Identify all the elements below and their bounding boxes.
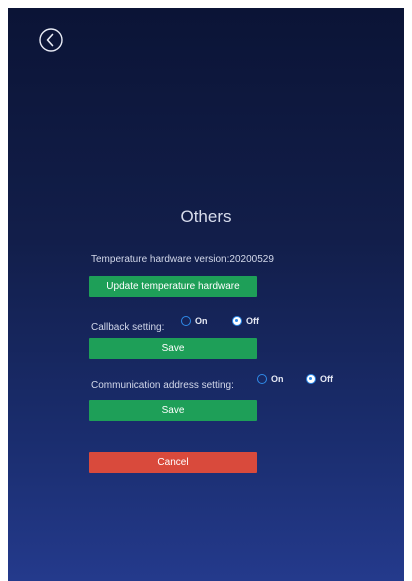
callback-on-label: On [195,316,208,326]
communication-on-radio[interactable]: On [257,374,284,384]
communication-on-label: On [271,374,284,384]
radio-unchecked-icon [257,374,267,384]
app-screen: Others Temperature hardware version:2020… [8,8,404,581]
callback-off-label: Off [246,316,259,326]
callback-save-button[interactable]: Save [89,338,257,359]
communication-address-label: Communication address setting: [91,380,234,391]
cancel-button[interactable]: Cancel [89,452,257,473]
communication-off-radio[interactable]: Off [306,374,333,384]
callback-setting-label: Callback setting: [91,322,165,333]
radio-unchecked-icon [181,316,191,326]
communication-save-button[interactable]: Save [89,400,257,421]
radio-checked-icon [306,374,316,384]
communication-off-label: Off [320,374,333,384]
callback-on-radio[interactable]: On [181,316,208,326]
page-title: Others [180,207,232,226]
callback-off-radio[interactable]: Off [232,316,259,326]
radio-checked-icon [232,316,242,326]
update-hardware-button[interactable]: Update temperature hardware [89,276,257,297]
back-arrow-circle-icon [39,28,63,52]
back-button[interactable] [38,27,64,53]
hardware-version-label: Temperature hardware version:20200529 [91,254,274,265]
